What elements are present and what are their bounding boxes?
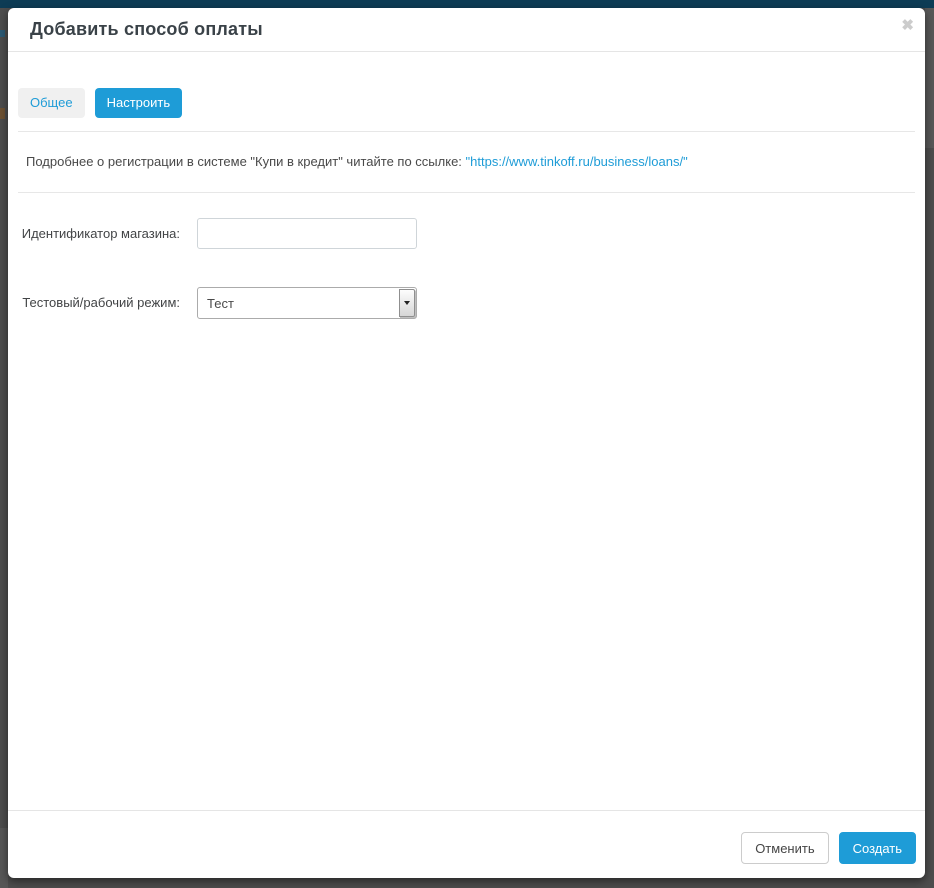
tab-general[interactable]: Общее xyxy=(18,88,85,118)
tinkoff-loans-link[interactable]: "https://www.tinkoff.ru/business/loans/" xyxy=(466,154,688,169)
settings-form: Идентификатор магазина: Тестовый/рабочий… xyxy=(18,218,915,319)
shop-id-label: Идентификатор магазина: xyxy=(21,226,180,241)
mode-select-value: Тест xyxy=(207,296,234,311)
tab-bar: Общее Настроить xyxy=(18,88,915,118)
close-icon[interactable]: ✖ xyxy=(901,18,914,34)
select-arrow-button[interactable] xyxy=(399,289,415,317)
mode-form-group: Тестовый/рабочий режим: Тест xyxy=(20,287,915,319)
modal-footer: Отменить Создать xyxy=(8,810,925,878)
mode-label: Тестовый/рабочий режим: xyxy=(22,295,180,310)
info-text: Подробнее о регистрации в системе "Купи … xyxy=(26,154,466,169)
site-header-bar xyxy=(0,0,934,8)
mode-select[interactable]: Тест xyxy=(197,287,417,319)
cancel-button[interactable]: Отменить xyxy=(741,832,829,864)
add-payment-method-modal: Добавить способ оплаты ✖ Общее Настроить… xyxy=(8,8,925,878)
backdrop-artifact xyxy=(0,828,8,888)
modal-header: Добавить способ оплаты ✖ xyxy=(8,8,925,52)
modal-title: Добавить способ оплаты xyxy=(30,19,263,39)
chevron-down-icon xyxy=(404,301,410,305)
shop-id-form-group: Идентификатор магазина: xyxy=(20,218,915,249)
backdrop-artifact xyxy=(0,108,5,119)
backdrop-artifact xyxy=(925,8,934,148)
tab-configure[interactable]: Настроить xyxy=(94,88,183,118)
divider xyxy=(18,192,915,193)
modal-body: Общее Настроить Подробнее о регистрации … xyxy=(8,52,925,810)
page-background: Добавить способ оплаты ✖ Общее Настроить… xyxy=(0,0,934,888)
shop-id-input[interactable] xyxy=(197,218,417,249)
create-button[interactable]: Создать xyxy=(838,832,916,864)
backdrop-artifact xyxy=(0,30,5,37)
registration-info: Подробнее о регистрации в системе "Купи … xyxy=(18,132,915,192)
